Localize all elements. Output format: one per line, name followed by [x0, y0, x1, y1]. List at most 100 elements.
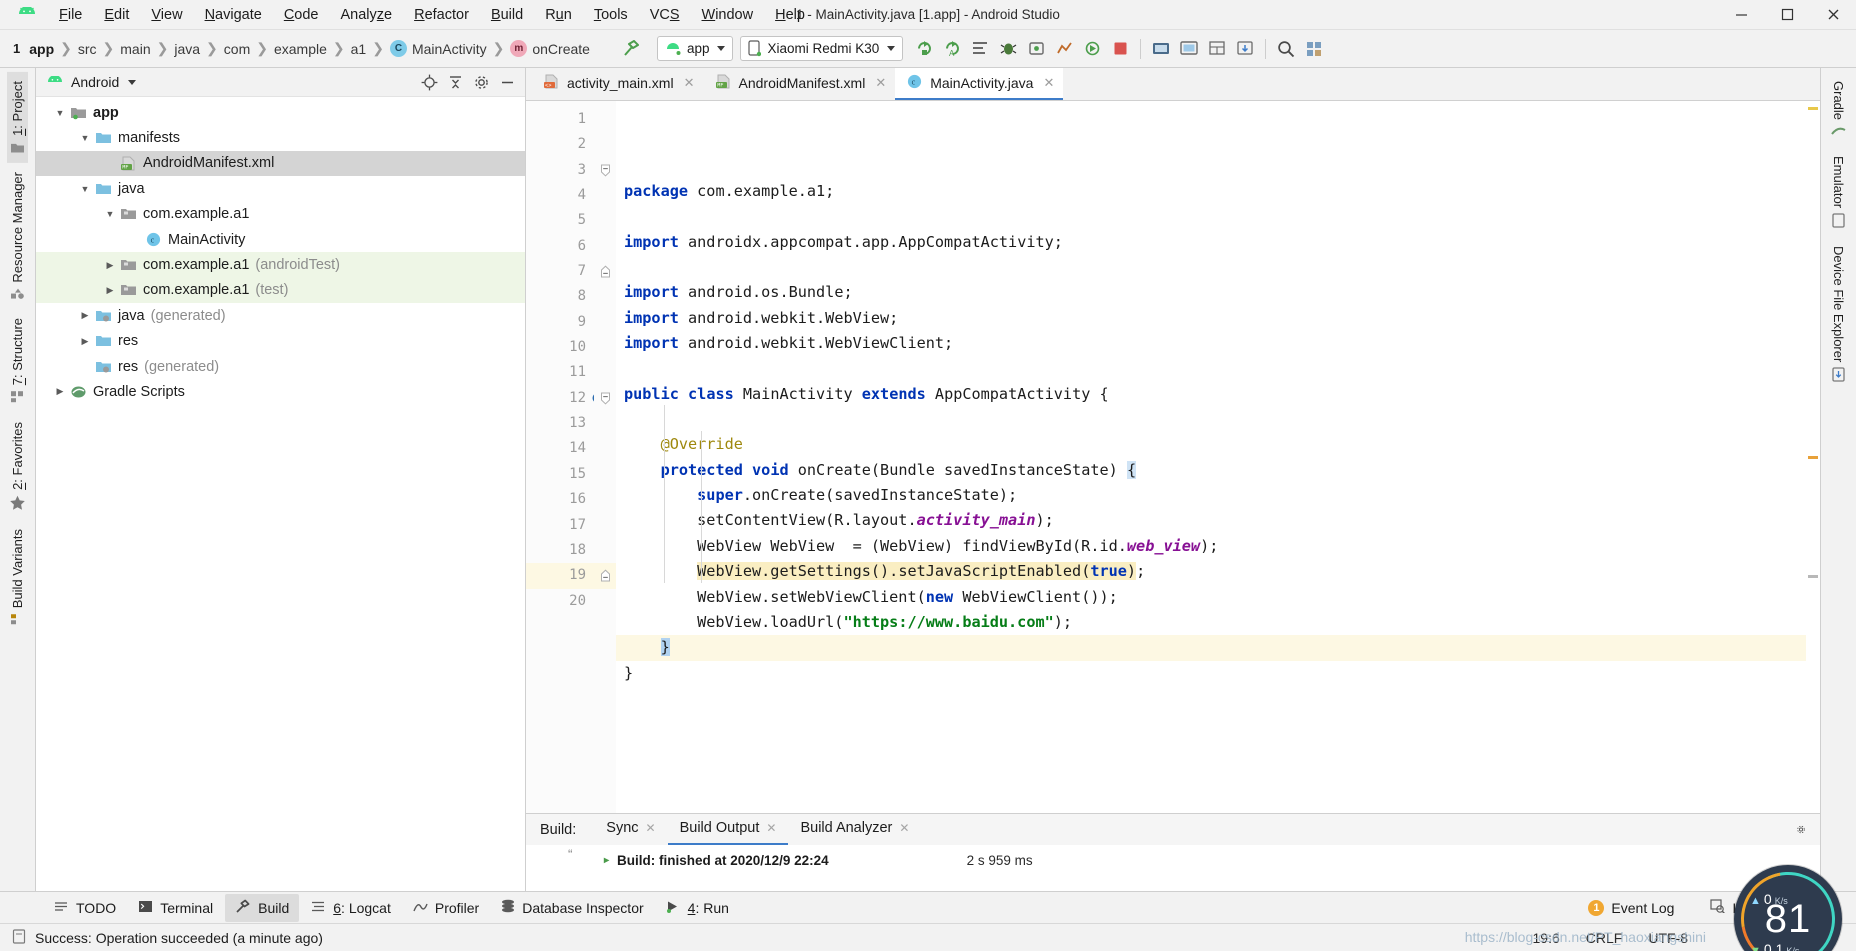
left-tab-7-structure[interactable]: 7: Structure [7, 309, 28, 412]
profile-icon[interactable] [1050, 36, 1078, 62]
left-tab-2-favorites[interactable]: 2: Favorites [6, 413, 29, 520]
line-number[interactable]: 10 [526, 335, 594, 360]
tree-node-com-example-a1[interactable]: ▶ com.example.a1 (test) [36, 277, 525, 304]
build-output-row[interactable]: ▸ Build: finished at 2020/12/9 22:24 2 s… [604, 853, 1033, 868]
code-line[interactable]: import android.webkit.WebView; [616, 306, 1806, 331]
line-number[interactable]: 9<> [526, 310, 608, 335]
code-line[interactable]: } [616, 635, 1806, 661]
project-view-selector[interactable]: Android [46, 74, 137, 90]
close-icon[interactable]: ✕ [646, 821, 656, 835]
menu-help[interactable]: Help [764, 3, 816, 27]
code-editor[interactable]: 123456789<>1011121314151617181920 packag… [526, 101, 1820, 813]
build-output-content[interactable]: “ ▸ Build: finished at 2020/12/9 22:24 2… [526, 845, 1820, 891]
build-tab-build-output[interactable]: Build Output ✕ [667, 815, 789, 845]
tool-event-log[interactable]: 1 Event Log [1578, 895, 1684, 921]
chevron-down-icon[interactable]: ▼ [102, 209, 118, 219]
chevron-right-icon[interactable]: ▶ [52, 386, 68, 397]
stop-icon[interactable] [1106, 36, 1134, 62]
chevron-right-icon[interactable]: ▶ [102, 260, 118, 271]
tree-node-manifests[interactable]: ▼ manifests [36, 125, 525, 150]
right-tab-gradle[interactable]: Gradle [1828, 72, 1849, 147]
tool-layout-inspector[interactable]: Layout Inspector [1700, 894, 1846, 921]
code-line[interactable]: import android.os.Bundle; [616, 280, 1806, 305]
code-line[interactable] [616, 407, 1806, 432]
line-number[interactable]: 19 [526, 563, 594, 589]
warning-marker[interactable] [1808, 107, 1818, 110]
apply-changes-icon[interactable] [910, 36, 938, 62]
line-number[interactable]: 5 [526, 208, 594, 233]
tool-6-logcat[interactable]: 6: Logcat [301, 895, 401, 921]
menu-navigate[interactable]: Navigate [194, 3, 273, 27]
right-tab-emulator[interactable]: Emulator [1828, 147, 1849, 237]
tree-node-java[interactable]: ▶ java (generated) [36, 303, 525, 328]
close-icon[interactable]: ✕ [1043, 75, 1054, 91]
project-tree[interactable]: ▼ app ▼ manifests MF AndroidManifest.xml ▼ java… [36, 97, 525, 891]
code-line[interactable]: @Override [616, 432, 1806, 457]
line-number[interactable]: 16 [526, 487, 594, 512]
line-number[interactable]: 4 [526, 183, 594, 208]
line-number[interactable]: 11 [526, 360, 594, 385]
tree-node-res[interactable]: res (generated) [36, 354, 525, 379]
menu-tools[interactable]: Tools [583, 3, 639, 27]
line-number[interactable]: 8 [526, 284, 594, 309]
close-icon[interactable]: ✕ [766, 821, 776, 835]
line-number[interactable]: 17 [526, 513, 594, 538]
build-tab-build-analyzer[interactable]: Build Analyzer ✕ [788, 815, 921, 845]
chevron-right-icon[interactable]: ▶ [102, 285, 118, 296]
code-line[interactable]: import androidx.appcompat.app.AppCompatA… [616, 230, 1806, 255]
menu-vcs[interactable]: VCS [639, 3, 691, 27]
breadcrumb-item-java[interactable]: java [171, 39, 203, 59]
caret-marker[interactable] [1808, 575, 1818, 578]
line-number[interactable]: 18 [526, 538, 594, 563]
tool-4-run[interactable]: 4: Run [656, 895, 739, 921]
left-tab-resource-manager[interactable]: Resource Manager [7, 163, 28, 310]
line-number[interactable]: 7 [526, 259, 594, 284]
build-tab-sync[interactable]: Sync ✕ [594, 815, 667, 845]
collapse-all-icon[interactable] [443, 71, 467, 93]
tool-terminal[interactable]: Terminal [128, 895, 223, 921]
menu-run[interactable]: Run [534, 3, 583, 27]
line-number[interactable]: 6 [526, 234, 594, 259]
fold-marker-icon[interactable] [594, 386, 616, 411]
tree-node-mainactivity[interactable]: c MainActivity [36, 227, 525, 252]
breadcrumb-item-example[interactable]: example [271, 39, 330, 59]
sdk-manager-icon[interactable] [1175, 36, 1203, 62]
menu-file[interactable]: File [48, 3, 93, 27]
breadcrumb-item-com[interactable]: com [221, 39, 253, 59]
search-everywhere-icon[interactable] [1272, 36, 1300, 62]
code-line[interactable]: } [616, 661, 1806, 686]
device-file-explorer-icon[interactable] [1231, 36, 1259, 62]
minimize-button[interactable] [1718, 0, 1764, 30]
code-line[interactable] [616, 255, 1806, 280]
debug-icon[interactable] [994, 36, 1022, 62]
menu-edit[interactable]: Edit [93, 3, 140, 27]
tree-node-com-example-a1[interactable]: ▶ com.example.a1 (androidTest) [36, 252, 525, 278]
tree-node-com-example-a1[interactable]: ▼ com.example.a1 [36, 202, 525, 227]
line-number[interactable]: 20 [526, 589, 594, 614]
code-line[interactable]: package com.example.a1; [616, 179, 1806, 204]
code-line[interactable]: WebView.setWebViewClient(new WebViewClie… [616, 585, 1806, 610]
breadcrumb-item-a1[interactable]: a1 [348, 39, 370, 59]
tree-node-app[interactable]: ▼ app [36, 100, 525, 125]
gear-icon[interactable] [1796, 819, 1820, 841]
breadcrumb-item-mainactivity[interactable]: C MainActivity [387, 38, 490, 59]
code-line[interactable]: protected void onCreate(Bundle savedInst… [616, 458, 1806, 483]
code-content[interactable]: package com.example.a1; import androidx.a… [616, 101, 1806, 813]
editor-tab-androidmanifest-xml[interactable]: MF AndroidManifest.xml ✕ [704, 68, 896, 100]
menu-code[interactable]: Code [273, 3, 330, 27]
line-number-gutter[interactable]: 123456789<>1011121314151617181920 [526, 101, 608, 813]
chevron-down-icon[interactable]: ▼ [77, 184, 93, 194]
chevron-down-icon[interactable]: ▼ [77, 133, 93, 143]
tool-profiler[interactable]: Profiler [403, 895, 489, 921]
code-fold-column[interactable] [594, 101, 616, 813]
code-line[interactable]: WebView WebView = (WebView) findViewById… [616, 534, 1806, 559]
editor-tab-activity-main-xml[interactable]: <> activity_main.xml ✕ [532, 68, 704, 100]
line-number[interactable]: 1 [526, 107, 594, 132]
line-number[interactable]: 12 [526, 386, 607, 411]
breadcrumb-item-main[interactable]: main [117, 39, 153, 59]
device-selector[interactable]: Xiaomi Redmi K30 [740, 36, 904, 61]
file-encoding[interactable]: UTF-8 [1648, 930, 1688, 946]
line-number[interactable]: 14 [526, 436, 594, 461]
line-number[interactable]: 2 [526, 132, 594, 157]
settings-gear-icon[interactable] [469, 71, 493, 93]
